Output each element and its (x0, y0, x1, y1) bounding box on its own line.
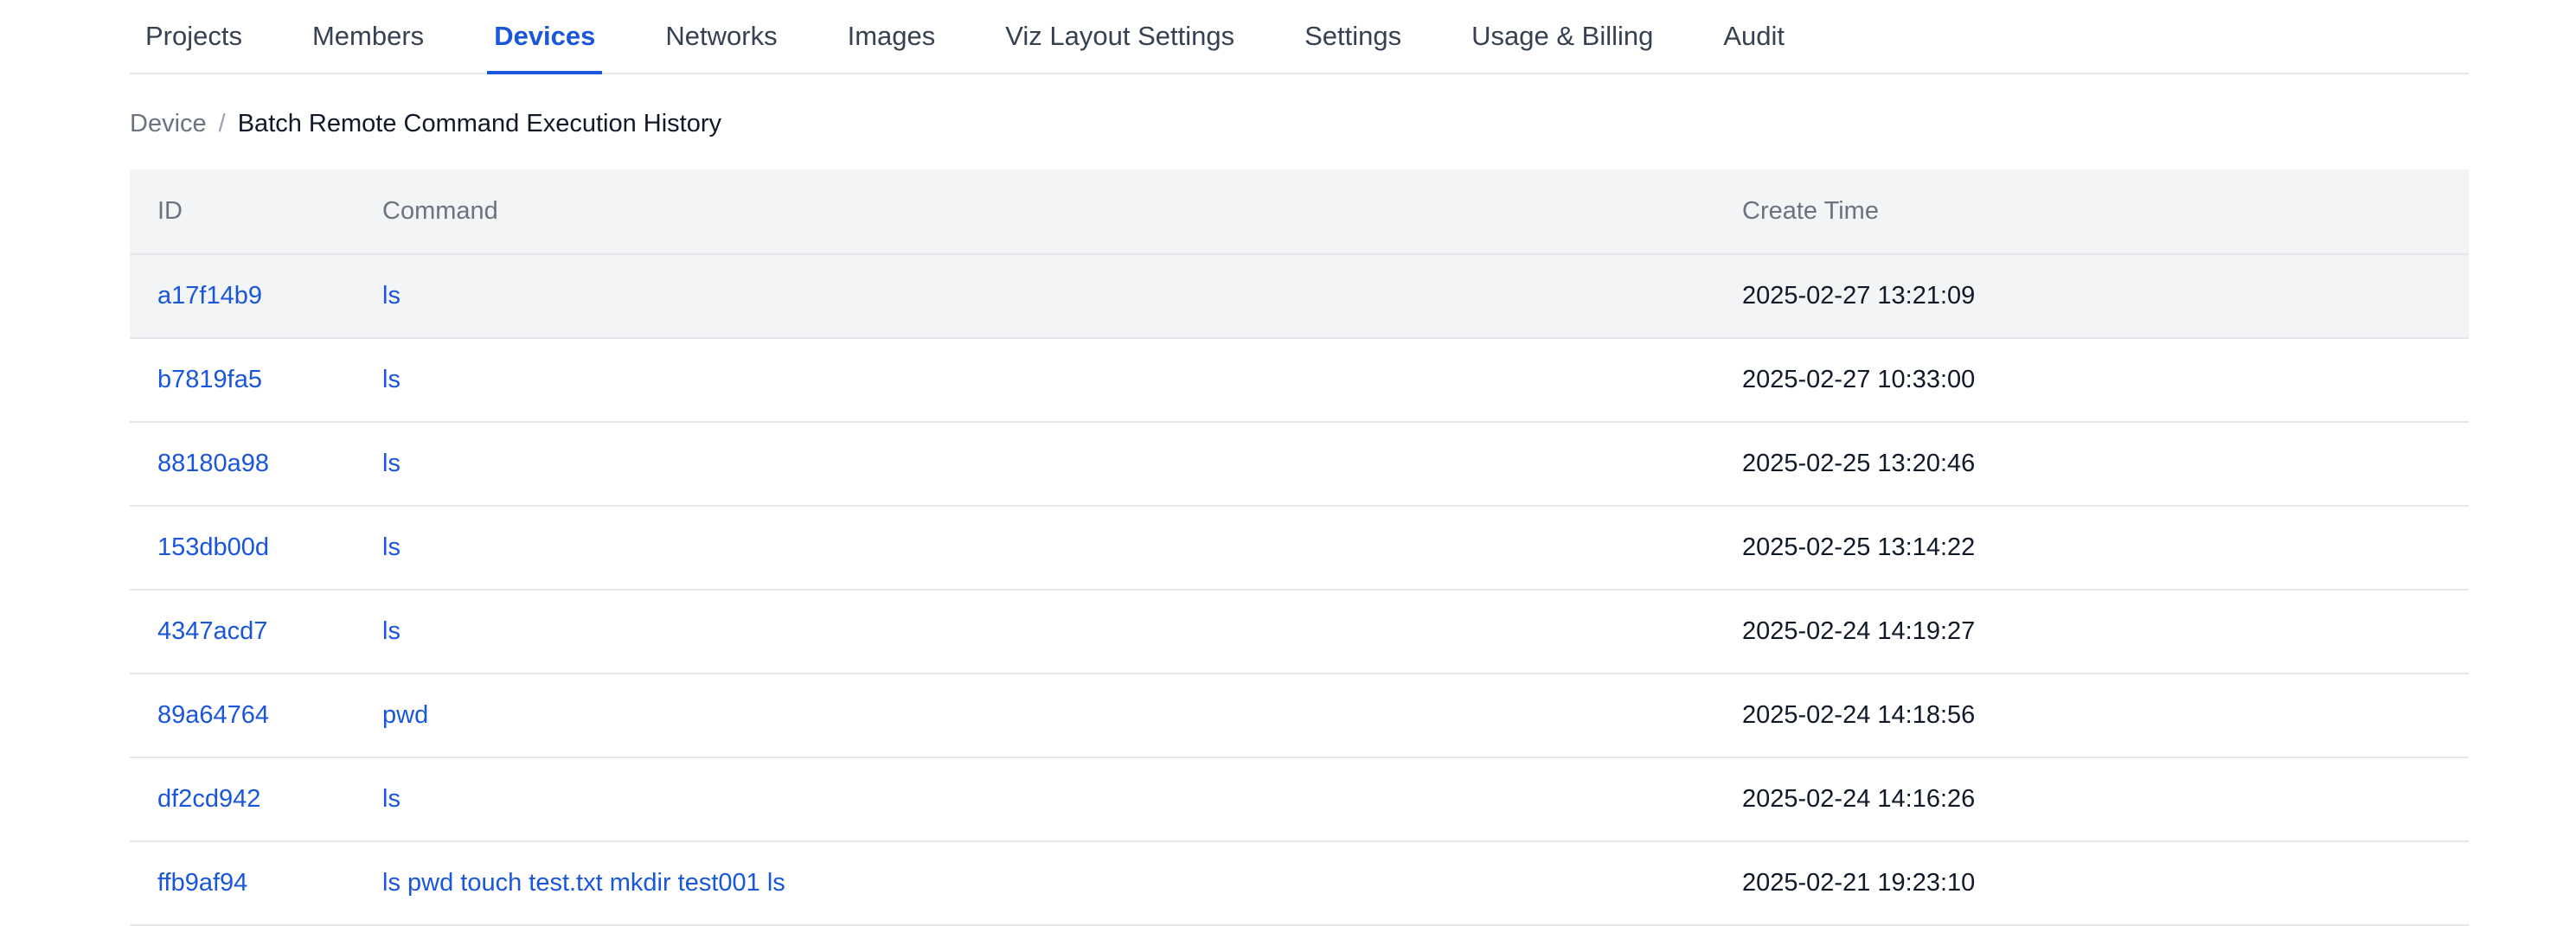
table-row[interactable]: 88180a98 ls 2025-02-25 13:20:46 (130, 422, 2469, 507)
table-header: ID Command Create Time (130, 169, 2469, 255)
tab-images[interactable]: Images (848, 0, 936, 73)
tab-projects[interactable]: Projects (145, 0, 242, 73)
tab-usage-billing[interactable]: Usage & Billing (1471, 0, 1653, 73)
row-create-time: 2025-02-21 19:23:10 (1714, 841, 2469, 926)
row-create-time: 2025-02-27 10:33:00 (1714, 338, 2469, 423)
breadcrumb-device-link[interactable]: Device (130, 110, 207, 138)
table-row[interactable]: a17f14b9 ls 2025-02-27 13:21:09 (130, 254, 2469, 339)
row-command-link[interactable]: ls (355, 338, 1714, 423)
row-create-time: 2025-02-24 14:16:26 (1714, 757, 2469, 842)
row-id-link[interactable]: 89a64764 (130, 674, 355, 758)
row-create-time: 2025-02-24 14:19:27 (1714, 590, 2469, 674)
command-history-table: ID Command Create Time a17f14b9 ls 2025-… (130, 169, 2469, 926)
row-id-link[interactable]: 88180a98 (130, 422, 355, 507)
column-header-id: ID (130, 169, 355, 255)
row-id-link[interactable]: 153db00d (130, 506, 355, 591)
row-command-link[interactable]: ls (355, 254, 1714, 339)
row-command-link[interactable]: pwd (355, 674, 1714, 758)
row-command-link[interactable]: ls (355, 590, 1714, 674)
row-command-link[interactable]: ls pwd touch test.txt mkdir test001 ls (355, 841, 1714, 926)
row-create-time: 2025-02-27 13:21:09 (1714, 254, 2469, 339)
row-id-link[interactable]: ffb9af94 (130, 841, 355, 926)
breadcrumb-separator: / (218, 109, 226, 137)
tab-settings[interactable]: Settings (1304, 0, 1401, 73)
row-create-time: 2025-02-24 14:18:56 (1714, 674, 2469, 758)
row-command-link[interactable]: ls (355, 506, 1714, 591)
table-row[interactable]: ffb9af94 ls pwd touch test.txt mkdir tes… (130, 841, 2469, 926)
row-id-link[interactable]: a17f14b9 (130, 254, 355, 339)
row-id-link[interactable]: 4347acd7 (130, 590, 355, 674)
row-command-link[interactable]: ls (355, 422, 1714, 507)
column-header-create-time: Create Time (1714, 169, 2469, 255)
table-row[interactable]: 4347acd7 ls 2025-02-24 14:19:27 (130, 590, 2469, 674)
row-create-time: 2025-02-25 13:20:46 (1714, 422, 2469, 507)
tab-viz-layout-settings[interactable]: Viz Layout Settings (1005, 0, 1234, 73)
table-row[interactable]: 89a64764 pwd 2025-02-24 14:18:56 (130, 674, 2469, 758)
table-body: a17f14b9 ls 2025-02-27 13:21:09 b7819fa5… (130, 254, 2469, 926)
top-nav-tabs: Projects Members Devices Networks Images… (130, 0, 2469, 74)
table-row[interactable]: b7819fa5 ls 2025-02-27 10:33:00 (130, 338, 2469, 423)
tab-audit[interactable]: Audit (1723, 0, 1785, 73)
tab-networks[interactable]: Networks (665, 0, 777, 73)
column-header-command: Command (355, 169, 1714, 255)
row-command-link[interactable]: ls (355, 757, 1714, 842)
row-id-link[interactable]: b7819fa5 (130, 338, 355, 423)
page-container: Projects Members Devices Networks Images… (130, 0, 2469, 926)
table-row[interactable]: df2cd942 ls 2025-02-24 14:16:26 (130, 757, 2469, 842)
breadcrumb: Device / Batch Remote Command Execution … (130, 74, 2469, 169)
breadcrumb-current: Batch Remote Command Execution History (237, 109, 722, 137)
tab-devices[interactable]: Devices (487, 0, 603, 74)
table-row[interactable]: 153db00d ls 2025-02-25 13:14:22 (130, 506, 2469, 591)
row-create-time: 2025-02-25 13:14:22 (1714, 506, 2469, 591)
tab-members[interactable]: Members (312, 0, 424, 73)
row-id-link[interactable]: df2cd942 (130, 757, 355, 842)
